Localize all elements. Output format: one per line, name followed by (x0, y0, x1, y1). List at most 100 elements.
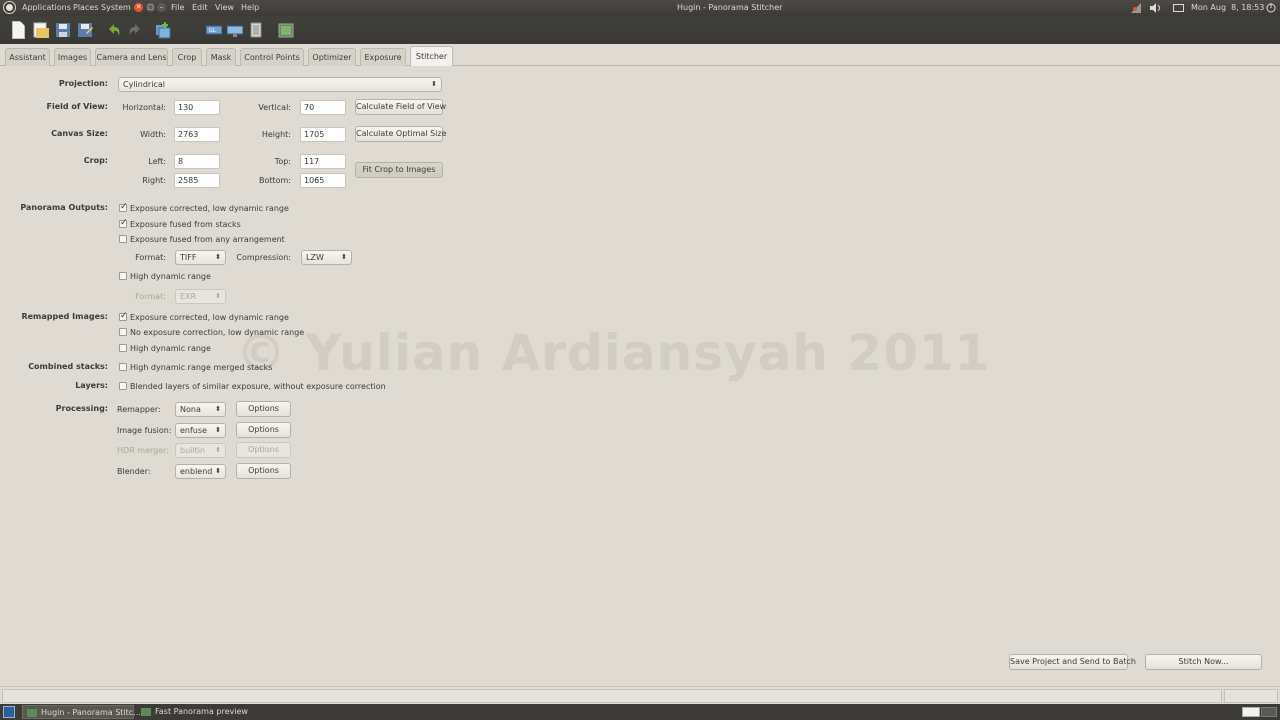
taskbar-item-hugin[interactable]: Hugin - Panorama Stitc... (22, 705, 141, 719)
send-to-batch-button[interactable]: Save Project and Send to Batch (1009, 654, 1136, 670)
compression-select[interactable]: LZW ⬍ (301, 250, 352, 265)
workspace-switcher[interactable] (1242, 707, 1260, 717)
app-menu-edit[interactable]: Edit (192, 3, 208, 12)
tab-optimizer[interactable]: Optimizer (308, 48, 356, 66)
compression-label: Compression: (236, 253, 291, 262)
undo-icon[interactable] (106, 21, 122, 39)
format-select[interactable]: TIFF ⬍ (175, 250, 226, 265)
right-label: Right: (142, 176, 166, 185)
mail-icon[interactable] (1173, 4, 1184, 12)
output-fused-any-checkbox[interactable] (119, 235, 127, 243)
add-images-icon[interactable] (155, 21, 171, 39)
format-value: TIFF (180, 253, 197, 262)
projection-label: Projection: (58, 79, 108, 88)
save-as-icon[interactable] (77, 21, 93, 39)
image-fusion-value: enfuse (180, 426, 207, 435)
combo-arrows-icon: ⬍ (215, 292, 221, 300)
remapped-no-exposure-checkbox[interactable] (119, 328, 127, 336)
output-ldr-label: Exposure corrected, low dynamic range (130, 204, 289, 213)
remapped-ldr-checkbox[interactable]: ✓ (119, 311, 128, 321)
save-icon[interactable] (55, 21, 71, 39)
horizontal-label: Horizontal: (122, 103, 166, 112)
crop-left-input[interactable]: 8 (174, 154, 220, 169)
blender-select[interactable]: enblend ⬍ (175, 464, 226, 479)
minimize-window-icon[interactable]: – (157, 3, 166, 12)
remapped-ldr-label: Exposure corrected, low dynamic range (130, 313, 289, 322)
tab-mask[interactable]: Mask (206, 48, 236, 66)
output-fused-stacks-checkbox[interactable]: ✓ (119, 218, 128, 228)
redo-icon[interactable] (127, 21, 143, 39)
svg-text:GL: GL (209, 28, 216, 34)
app-menu-view[interactable]: View (215, 3, 234, 12)
volume-icon[interactable] (1150, 3, 1162, 13)
fit-crop-button[interactable]: Fit Crop to Images (355, 162, 443, 178)
blender-options-button[interactable]: Options (236, 463, 291, 479)
optimize-icon[interactable] (250, 21, 266, 39)
tab-images[interactable]: Images (54, 48, 91, 66)
remapper-select[interactable]: Nona ⬍ (175, 402, 226, 417)
tab-camera-and-lens[interactable]: Camera and Lens (95, 48, 168, 66)
canvas-height-input[interactable]: 1705 (300, 127, 346, 142)
app-menu-file[interactable]: File (171, 3, 184, 12)
toolbar: GL (0, 16, 1280, 44)
field-of-view-label: Field of View: (46, 102, 108, 111)
maximize-window-icon[interactable]: □ (146, 3, 155, 12)
image-fusion-select[interactable]: enfuse ⬍ (175, 423, 226, 438)
status-bar (0, 686, 1280, 704)
remapped-hdr-checkbox[interactable] (119, 344, 127, 352)
app-menu-help[interactable]: Help (241, 3, 259, 12)
crop-bottom-input[interactable]: 1065 (300, 173, 346, 188)
hdr-format-select[interactable]: EXR ⬍ (175, 289, 226, 304)
ubuntu-logo-icon[interactable] (4, 2, 15, 13)
power-icon[interactable] (1266, 3, 1276, 13)
output-hdr-checkbox[interactable] (119, 272, 127, 280)
canvas-width-input[interactable]: 2763 (174, 127, 220, 142)
image-fusion-label: Image fusion: (117, 426, 172, 435)
new-file-icon[interactable] (12, 21, 25, 39)
checkmark-icon: ✓ (120, 202, 128, 212)
remapper-options-button[interactable]: Options (236, 401, 291, 417)
watermark: © Yulian Ardiansyah 2011 (236, 324, 991, 382)
combo-arrows-icon: ⬍ (215, 426, 221, 434)
vertical-fov-input[interactable]: 70 (300, 100, 346, 115)
layers-checkbox[interactable] (119, 382, 127, 390)
hdr-merger-label: HDR merger: (117, 446, 169, 455)
clock[interactable]: Mon Aug 8, 18:53 (1191, 3, 1264, 12)
crop-right-input[interactable]: 2585 (174, 173, 220, 188)
hdr-merger-select[interactable]: builtin ⬍ (175, 443, 226, 458)
preview-app-icon (141, 708, 151, 716)
hugin-app-icon (27, 709, 37, 717)
calculate-fov-button[interactable]: Calculate Field of View (355, 99, 446, 115)
fast-preview-icon[interactable]: GL (205, 21, 223, 39)
combo-arrows-icon: ⬍ (215, 405, 221, 413)
output-ldr-checkbox[interactable]: ✓ (119, 202, 128, 212)
tab-assistant[interactable]: Assistant (5, 48, 50, 66)
preview-icon[interactable] (226, 21, 244, 39)
projection-select[interactable]: Cylindrical ⬍ (118, 77, 442, 92)
workspace-switcher-2[interactable] (1261, 707, 1277, 717)
combined-stacks-checkbox[interactable] (119, 363, 127, 371)
close-window-icon[interactable]: ✕ (134, 3, 143, 12)
open-folder-icon[interactable] (33, 21, 49, 39)
network-icon[interactable] (1131, 3, 1141, 13)
panorama-preview-icon[interactable] (278, 21, 294, 39)
projection-value: Cylindrical (123, 80, 165, 89)
image-fusion-options-button[interactable]: Options (236, 422, 291, 438)
menu-places[interactable]: Places (73, 3, 98, 12)
crop-top-input[interactable]: 117 (300, 154, 346, 169)
stitch-now-button[interactable]: Stitch Now... (1145, 654, 1262, 670)
hdr-merger-options-button[interactable]: Options (236, 442, 291, 458)
tab-stitcher[interactable]: Stitcher (410, 46, 453, 67)
menu-applications[interactable]: Applications (22, 3, 71, 12)
layers-option-label: Blended layers of similar exposure, with… (130, 382, 386, 391)
show-desktop-icon[interactable] (3, 706, 15, 718)
calculate-optimal-size-button[interactable]: Calculate Optimal Size (355, 126, 447, 142)
taskbar-item-fast-preview[interactable]: Fast Panorama preview (137, 705, 248, 719)
combo-arrows-icon: ⬍ (215, 467, 221, 475)
tab-crop[interactable]: Crop (172, 48, 202, 66)
height-label: Height: (261, 130, 291, 139)
menu-system[interactable]: System (101, 3, 131, 12)
tab-exposure[interactable]: Exposure (360, 48, 406, 66)
tab-control-points[interactable]: Control Points (240, 48, 304, 66)
horizontal-fov-input[interactable]: 130 (174, 100, 220, 115)
